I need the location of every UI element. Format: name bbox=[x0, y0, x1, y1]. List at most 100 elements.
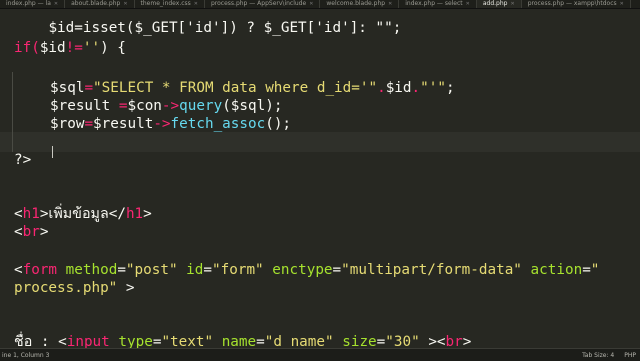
code-function: fetch_assoc bbox=[170, 116, 266, 132]
code-line-0: $id=isset($_GET['id']) ? $_GET['id']: ""… bbox=[14, 8, 401, 36]
text-caret bbox=[52, 146, 53, 158]
code-text: < bbox=[14, 262, 23, 278]
code-string: '' bbox=[82, 40, 101, 56]
code-text: < bbox=[14, 206, 23, 222]
code-operator: = bbox=[84, 80, 94, 96]
code-variable: $sql bbox=[50, 80, 85, 96]
code-line-br: <br> bbox=[14, 222, 48, 242]
tab-process-appserv[interactable]: process.php — AppServ\include ✕ bbox=[205, 0, 321, 8]
tab-size-selector[interactable]: Tab Size: 4 bbox=[582, 352, 614, 359]
code-attribute: size bbox=[333, 334, 377, 348]
tab-process-xampp[interactable]: process.php — xampp\htdocs ✕ bbox=[522, 0, 631, 8]
code-line-row: $row=$result->fetch_assoc(); bbox=[50, 114, 291, 134]
code-text: >< bbox=[419, 334, 446, 348]
tab-label: about.blade.php bbox=[71, 0, 121, 7]
close-icon[interactable]: ✕ bbox=[54, 0, 58, 8]
code-operator: != bbox=[65, 40, 83, 56]
close-icon[interactable]: ✕ bbox=[510, 0, 514, 8]
code-line-form: <form method="post" id="form" enctype="m… bbox=[14, 260, 599, 280]
code-text: >เพิ่มข้อมูล</ bbox=[39, 206, 126, 222]
code-text: > bbox=[143, 206, 152, 222]
cursor-position: ine 1, Column 3 bbox=[2, 351, 50, 359]
code-tag: input bbox=[66, 334, 110, 348]
tab-label: welcome.blade.php bbox=[326, 0, 386, 7]
current-line-highlight bbox=[0, 132, 640, 152]
code-tag: br bbox=[22, 224, 40, 240]
code-operator: -> bbox=[161, 98, 180, 114]
code-text: = bbox=[376, 334, 386, 348]
tab-label: process.php — AppServ\include bbox=[210, 0, 307, 7]
code-string: "text" bbox=[161, 334, 214, 348]
code-string: "post" bbox=[125, 262, 178, 278]
code-string: "form" bbox=[212, 262, 264, 278]
code-string: "d_name" bbox=[264, 334, 334, 348]
tab-label: index.php — select bbox=[405, 0, 463, 7]
code-variable: $result bbox=[50, 98, 119, 114]
tab-index-select[interactable]: index.php — select ✕ bbox=[399, 0, 477, 8]
syntax-selector[interactable]: PHP bbox=[624, 352, 636, 359]
close-icon[interactable]: ✕ bbox=[309, 0, 313, 8]
code-tag: form bbox=[22, 262, 58, 278]
code-string: " bbox=[590, 262, 600, 278]
code-text: > bbox=[462, 334, 472, 348]
status-bar: ine 1, Column 3 Tab Size: 4 PHP bbox=[0, 348, 640, 361]
code-keyword: if( bbox=[14, 40, 40, 56]
code-text: ; bbox=[445, 80, 455, 96]
code-string: process.php" bbox=[14, 280, 118, 296]
tab-index-php[interactable]: index.php — la ✕ bbox=[0, 0, 66, 8]
code-operator: . bbox=[411, 80, 421, 96]
code-string: "multipart/form-data" bbox=[341, 262, 522, 278]
code-text: ($sql); bbox=[222, 98, 283, 114]
code-text: ?> bbox=[14, 152, 32, 168]
code-variable: $id bbox=[385, 80, 412, 96]
code-string: "30" bbox=[385, 334, 420, 348]
tab-add-php[interactable]: add.php ✕ bbox=[476, 0, 522, 8]
code-attribute: method bbox=[57, 262, 118, 278]
tab-label: process.php — xampp\htdocs bbox=[527, 0, 617, 7]
code-line-php-close: ?> bbox=[14, 150, 31, 170]
code-text: = bbox=[582, 262, 591, 278]
close-icon[interactable]: ✕ bbox=[194, 0, 198, 8]
code-variable: $row bbox=[50, 116, 85, 132]
code-text: ) { bbox=[100, 40, 126, 56]
code-operator: = bbox=[84, 116, 94, 132]
code-text: $id=isset($_GET['id']) ? $_GET['id']: ""… bbox=[48, 20, 402, 36]
code-text: (); bbox=[265, 116, 292, 132]
code-string: "'" bbox=[420, 80, 446, 96]
code-line-h1: <h1>เพิ่มข้อมูล</h1> bbox=[14, 204, 152, 224]
code-function: query bbox=[179, 98, 223, 114]
tab-theme-index-css[interactable]: theme_index.css ✕ bbox=[135, 0, 205, 8]
close-icon[interactable]: ✕ bbox=[388, 0, 392, 8]
tab-about-blade[interactable]: about.blade.php ✕ bbox=[65, 0, 135, 8]
tab-label: index.php — la bbox=[6, 0, 51, 7]
code-tag: h1 bbox=[22, 206, 40, 222]
code-variable: $result bbox=[93, 116, 154, 132]
code-text: = bbox=[117, 262, 126, 278]
code-text: = bbox=[332, 262, 342, 278]
code-attribute: id bbox=[177, 262, 204, 278]
code-attribute: name bbox=[213, 334, 257, 348]
code-line-if: if($id!='') { bbox=[14, 38, 126, 58]
tab-welcome-blade[interactable]: welcome.blade.php ✕ bbox=[320, 0, 400, 8]
code-editor[interactable]: $id=isset($_GET['id']) ? $_GET['id']: ""… bbox=[0, 8, 640, 348]
indent-guide bbox=[12, 72, 13, 152]
code-tag: h1 bbox=[125, 206, 144, 222]
tab-label: theme_index.css bbox=[140, 0, 191, 7]
code-tag: br bbox=[445, 334, 463, 348]
tab-label: add.php bbox=[482, 0, 508, 7]
code-text: = bbox=[203, 262, 213, 278]
code-text: > bbox=[39, 224, 49, 240]
code-text: < bbox=[14, 224, 23, 240]
close-icon[interactable]: ✕ bbox=[123, 0, 127, 8]
code-string: "SELECT * FROM data where d_id='" bbox=[93, 80, 378, 96]
code-line-form-cont: process.php" > bbox=[14, 278, 135, 298]
close-icon[interactable]: ✕ bbox=[466, 0, 470, 8]
code-operator: -> bbox=[153, 116, 171, 132]
status-right: Tab Size: 4 PHP bbox=[582, 352, 640, 359]
close-icon[interactable]: ✕ bbox=[620, 0, 624, 8]
code-line-sql: $sql="SELECT * FROM data where d_id='".$… bbox=[50, 78, 455, 98]
code-attribute: action bbox=[521, 262, 583, 278]
code-text: ชื่อ : < bbox=[14, 334, 67, 348]
code-line-input: ชื่อ : <input type="text" name="d_name" … bbox=[14, 332, 471, 348]
code-attribute: type bbox=[109, 334, 153, 348]
